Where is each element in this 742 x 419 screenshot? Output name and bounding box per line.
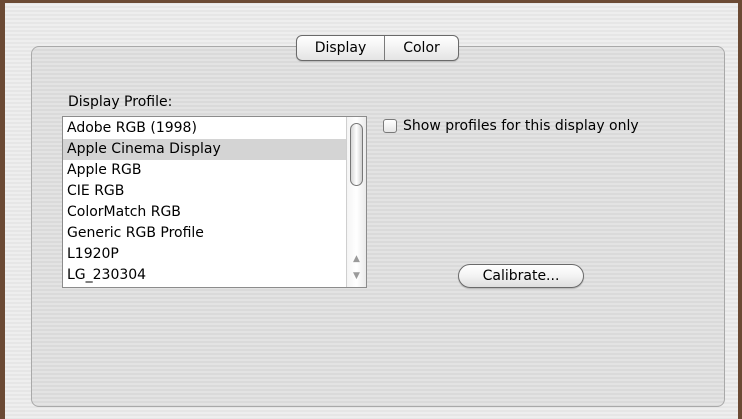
calibrate-button[interactable]: Calibrate...: [458, 264, 584, 288]
profile-list-item[interactable]: CIE RGB: [63, 181, 346, 202]
display-profile-list[interactable]: Adobe RGB (1998) Apple Cinema Display Ap…: [62, 116, 367, 288]
profile-list-items: Adobe RGB (1998) Apple Cinema Display Ap…: [63, 118, 346, 286]
show-profiles-option[interactable]: Show profiles for this display only: [383, 116, 639, 136]
scroll-down-arrow-icon[interactable]: ▼: [350, 268, 363, 284]
profile-list-item[interactable]: Adobe RGB (1998): [63, 118, 346, 139]
profile-list-item[interactable]: Apple RGB: [63, 160, 346, 181]
profile-list-item[interactable]: ColorMatch RGB: [63, 202, 346, 223]
scrollbar-thumb[interactable]: [350, 123, 363, 186]
profile-list-scrollbar[interactable]: ▲ ▼: [346, 117, 366, 287]
profile-list-item[interactable]: L1920P: [63, 244, 346, 265]
tab-display[interactable]: Display: [297, 36, 385, 60]
show-profiles-checkbox[interactable]: [383, 119, 397, 133]
profile-list-item[interactable]: LG_230304: [63, 265, 346, 286]
profile-list-item[interactable]: Generic RGB Profile: [63, 223, 346, 244]
display-profile-label: Display Profile:: [68, 94, 173, 110]
scrollbar-arrows: ▲ ▼: [347, 251, 366, 285]
color-settings-window: { "tabs": [ {"label": "Display", "select…: [0, 0, 742, 419]
segmented-tabs: Display Color: [296, 35, 459, 61]
profile-list-item-selected[interactable]: Apple Cinema Display: [63, 139, 346, 160]
show-profiles-label[interactable]: Show profiles for this display only: [403, 118, 639, 134]
scroll-up-arrow-icon[interactable]: ▲: [350, 251, 363, 267]
tab-color[interactable]: Color: [385, 36, 458, 60]
